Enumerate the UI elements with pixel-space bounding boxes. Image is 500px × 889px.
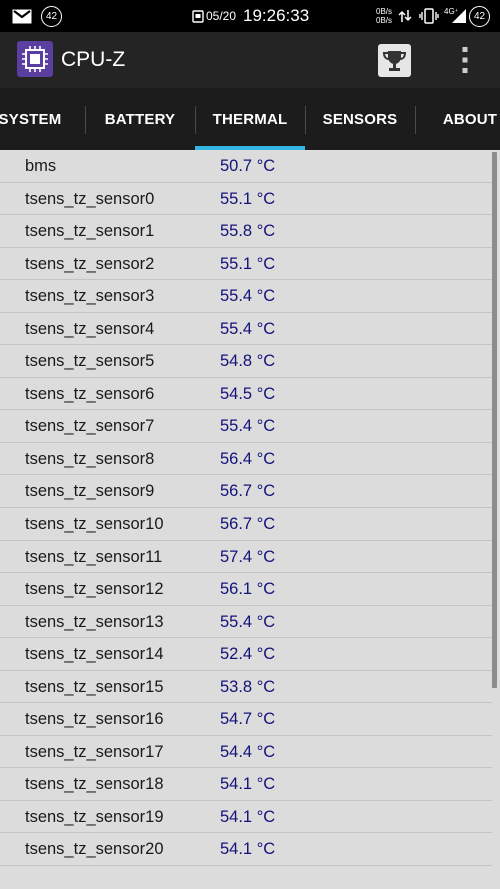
- list-item: tsens_tz_sensor5 54.8 °C: [0, 345, 492, 378]
- tab-bar: SYSTEM BATTERY THERMAL SENSORS ABOUT: [0, 88, 500, 150]
- data-transfer-icon: [398, 0, 412, 32]
- list-item: tsens_tz_sensor10 56.7 °C: [0, 508, 492, 541]
- sensor-temperature: 50.7 °C: [220, 157, 276, 175]
- sensor-temperature: 56.7 °C: [220, 515, 276, 534]
- list-item: tsens_tz_sensor0 55.1 °C: [0, 183, 492, 216]
- sensor-name: tsens_tz_sensor17: [25, 742, 164, 761]
- list-item: tsens_tz_sensor17 54.4 °C: [0, 736, 492, 769]
- list-item: tsens_tz_sensor4 55.4 °C: [0, 313, 492, 346]
- list-item: tsens_tz_sensor18 54.1 °C: [0, 768, 492, 801]
- sensor-temperature: 56.1 °C: [220, 580, 276, 599]
- net-down-speed: 0B/s: [376, 16, 393, 25]
- sensor-name: tsens_tz_sensor19: [25, 807, 164, 826]
- sensor-name: tsens_tz_sensor18: [25, 775, 164, 794]
- sensor-name: bms: [25, 157, 57, 175]
- sensor-name: tsens_tz_sensor9: [25, 482, 155, 501]
- tab-about[interactable]: ABOUT: [415, 88, 500, 150]
- sensor-temperature: 53.8 °C: [220, 677, 276, 696]
- sensor-name: tsens_tz_sensor2: [25, 254, 155, 273]
- scrollbar[interactable]: [492, 152, 497, 688]
- tab-thermal[interactable]: THERMAL: [195, 88, 305, 150]
- notification-badge: 42: [41, 0, 62, 32]
- sensor-temperature: 55.8 °C: [220, 222, 276, 241]
- sensor-temperature: 55.4 °C: [220, 417, 276, 436]
- sensor-name: tsens_tz_sensor4: [25, 319, 155, 338]
- sensor-name: tsens_tz_sensor3: [25, 287, 155, 306]
- battery-level: 42: [469, 5, 490, 27]
- sensor-name: tsens_tz_sensor14: [25, 645, 164, 664]
- sensor-name: tsens_tz_sensor6: [25, 384, 155, 403]
- list-item: tsens_tz_sensor8 56.4 °C: [0, 443, 492, 476]
- vibrate-icon: [419, 0, 439, 32]
- gmail-icon: [12, 0, 32, 32]
- tab-battery[interactable]: BATTERY: [85, 88, 195, 150]
- sensor-name: tsens_tz_sensor12: [25, 580, 164, 599]
- app-bar: CPU-Z: [0, 32, 500, 88]
- sensor-name: tsens_tz_sensor7: [25, 417, 155, 436]
- signal-icon: [452, 0, 466, 32]
- sensor-temperature: 55.4 °C: [220, 612, 276, 631]
- tab-sensors[interactable]: SENSORS: [305, 88, 415, 150]
- list-item: tsens_tz_sensor14 52.4 °C: [0, 638, 492, 671]
- alarm-icon: [192, 0, 204, 32]
- overflow-menu-button[interactable]: [450, 44, 480, 76]
- sensor-temperature: 52.4 °C: [220, 645, 276, 664]
- sensor-name: tsens_tz_sensor10: [25, 515, 164, 534]
- sensor-temperature: 56.4 °C: [220, 449, 276, 468]
- list-item: tsens_tz_sensor19 54.1 °C: [0, 801, 492, 834]
- list-item: tsens_tz_sensor6 54.5 °C: [0, 378, 492, 411]
- app-title: CPU-Z: [61, 48, 126, 71]
- sensor-temperature: 54.7 °C: [220, 710, 276, 729]
- sensor-temperature: 54.1 °C: [220, 840, 276, 859]
- status-time: 19:26:33: [243, 6, 310, 25]
- list-item: tsens_tz_sensor11 57.4 °C: [0, 541, 492, 574]
- list-item: tsens_tz_sensor15 53.8 °C: [0, 671, 492, 704]
- sensor-name: tsens_tz_sensor1: [25, 222, 155, 241]
- sensor-name: tsens_tz_sensor8: [25, 449, 155, 468]
- list-item: tsens_tz_sensor20 54.1 °C: [0, 833, 492, 867]
- list-item: tsens_tz_sensor2 55.1 °C: [0, 248, 492, 281]
- list-item: tsens_tz_sensor13 55.4 °C: [0, 606, 492, 639]
- sensor-name: tsens_tz_sensor11: [25, 547, 163, 566]
- trophy-icon: [382, 51, 407, 71]
- sensor-name: tsens_tz_sensor5: [25, 352, 155, 371]
- sensor-temperature: 54.1 °C: [220, 775, 276, 794]
- sensor-temperature: 55.4 °C: [220, 287, 276, 306]
- sensor-name: tsens_tz_sensor20: [25, 840, 164, 859]
- more-vert-icon: [462, 47, 468, 73]
- sensor-temperature: 55.1 °C: [220, 189, 276, 208]
- list-item: tsens_tz_sensor3 55.4 °C: [0, 280, 492, 313]
- net-up-speed: 0B/s: [376, 7, 393, 16]
- cpu-chip-icon: [17, 41, 53, 77]
- sensor-name: tsens_tz_sensor15: [25, 677, 164, 696]
- trophy-button[interactable]: [378, 44, 411, 77]
- sensor-temperature: 54.1 °C: [220, 807, 276, 826]
- sensor-name: tsens_tz_sensor16: [25, 710, 164, 729]
- battery-indicator: 42: [469, 0, 490, 32]
- sensor-name: tsens_tz_sensor13: [25, 612, 164, 631]
- sensor-temperature: 54.8 °C: [220, 352, 276, 371]
- list-item: tsens_tz_sensor7 55.4 °C: [0, 410, 492, 443]
- list-item: tsens_tz_sensor1 55.8 °C: [0, 215, 492, 248]
- thermal-list[interactable]: bms 50.7 °C tsens_tz_sensor0 55.1 °C tsens_t…: [0, 150, 492, 867]
- tab-system[interactable]: SYSTEM: [0, 88, 85, 150]
- sensor-temperature: 57.4 °C: [220, 547, 276, 566]
- list-item: bms 50.7 °C: [0, 150, 492, 183]
- list-item: tsens_tz_sensor16 54.7 °C: [0, 703, 492, 736]
- list-item: tsens_tz_sensor12 56.1 °C: [0, 573, 492, 606]
- sensor-temperature: 55.4 °C: [220, 319, 276, 338]
- sensor-temperature: 54.5 °C: [220, 384, 276, 403]
- list-item: tsens_tz_sensor9 56.7 °C: [0, 475, 492, 509]
- status-date: 05/20: [206, 9, 237, 23]
- network-speed: 0B/s 0B/s: [376, 0, 392, 32]
- sensor-temperature: 55.1 °C: [220, 254, 276, 273]
- notification-count: 42: [41, 5, 62, 27]
- status-bar: 42 05/20 19:26:33 0B/s 0B/s 4G⁺ 42: [0, 0, 500, 32]
- sensor-temperature: 56.7 °C: [220, 482, 276, 501]
- sensor-temperature: 54.4 °C: [220, 742, 276, 761]
- sensor-name: tsens_tz_sensor0: [25, 189, 155, 208]
